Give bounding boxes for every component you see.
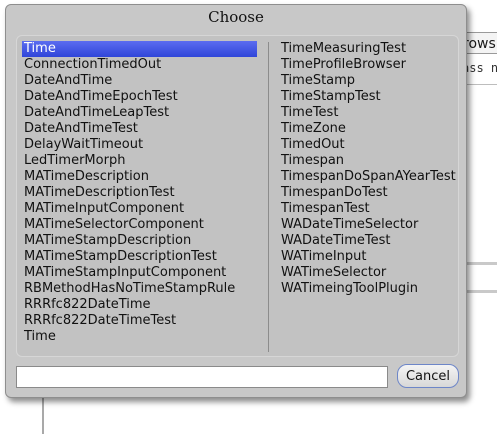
choice-item[interactable]: Time <box>22 329 257 345</box>
choice-item[interactable]: RBMethodHasNoTimeStampRule <box>22 281 257 297</box>
choice-item[interactable]: TimeStampTest <box>279 89 459 105</box>
column-divider <box>268 42 269 352</box>
choice-item[interactable]: TimeProfileBrowser <box>279 57 459 73</box>
filter-input[interactable] <box>16 366 388 388</box>
choice-item[interactable]: MATimeStampDescriptionTest <box>22 249 257 265</box>
choice-item[interactable]: WATimeInput <box>279 249 459 265</box>
choice-item[interactable]: Timespan <box>279 153 459 169</box>
choice-item[interactable]: TimespanTest <box>279 201 459 217</box>
choice-item[interactable]: WATimeSelector <box>279 265 459 281</box>
cancel-button[interactable]: Cancel <box>397 364 459 388</box>
choice-item[interactable]: TimeZone <box>279 121 459 137</box>
choice-item[interactable]: TimespanDoSpanAYearTest <box>279 169 459 185</box>
choice-item[interactable]: WADateTimeTest <box>279 233 459 249</box>
choice-item[interactable]: DateAndTimeTest <box>22 121 257 137</box>
choice-column-left: Time ConnectionTimedOut DateAndTime DateAnd… <box>22 41 257 345</box>
choice-item[interactable]: WATimeingToolPlugin <box>279 281 459 297</box>
choice-item[interactable]: RRRfc822DateTime <box>22 297 257 313</box>
background-class-label: ass n <box>462 61 497 75</box>
choice-item[interactable]: DateAndTimeEpochTest <box>22 89 257 105</box>
choice-item[interactable]: DateAndTimeLeapTest <box>22 105 257 121</box>
choice-item[interactable]: TimeTest <box>279 105 459 121</box>
choice-item[interactable]: MATimeDescription <box>22 169 257 185</box>
choice-item[interactable]: MATimeDescriptionTest <box>22 185 257 201</box>
choice-item[interactable]: MATimeSelectorComponent <box>22 217 257 233</box>
choice-item[interactable]: LedTimerMorph <box>22 153 257 169</box>
choice-column-right: TimeMeasuringTest TimeProfileBrowser TimeS… <box>279 41 459 297</box>
background-splitter-bottom[interactable] <box>462 290 497 293</box>
choice-item[interactable]: TimeStamp <box>279 73 459 89</box>
choice-list: Time ConnectionTimedOut DateAndTime DateAnd… <box>16 35 459 357</box>
choose-dialog: Choose Time ConnectionTimedOut DateAndTime… <box>5 4 467 398</box>
choice-item[interactable]: DelayWaitTimeout <box>22 137 257 153</box>
choice-item[interactable]: DateAndTime <box>22 73 257 89</box>
choice-item[interactable]: WADateTimeSelector <box>279 217 459 233</box>
background-window-edge <box>42 398 44 434</box>
choice-item[interactable]: TimeMeasuringTest <box>279 41 459 57</box>
choice-item[interactable]: MATimeStampDescription <box>22 233 257 249</box>
dialog-title[interactable]: Choose <box>6 8 466 26</box>
choice-item[interactable]: Time <box>22 41 257 57</box>
choice-item[interactable]: TimespanDoTest <box>279 185 459 201</box>
background-splitter-top[interactable] <box>462 262 497 265</box>
choice-item[interactable]: TimedOut <box>279 137 459 153</box>
choice-item[interactable]: MATimeStampInputComponent <box>22 265 257 281</box>
choice-item[interactable]: ConnectionTimedOut <box>22 57 257 73</box>
choice-item[interactable]: MATimeInputComponent <box>22 201 257 217</box>
choice-item[interactable]: RRRfc822DateTimeTest <box>22 313 257 329</box>
